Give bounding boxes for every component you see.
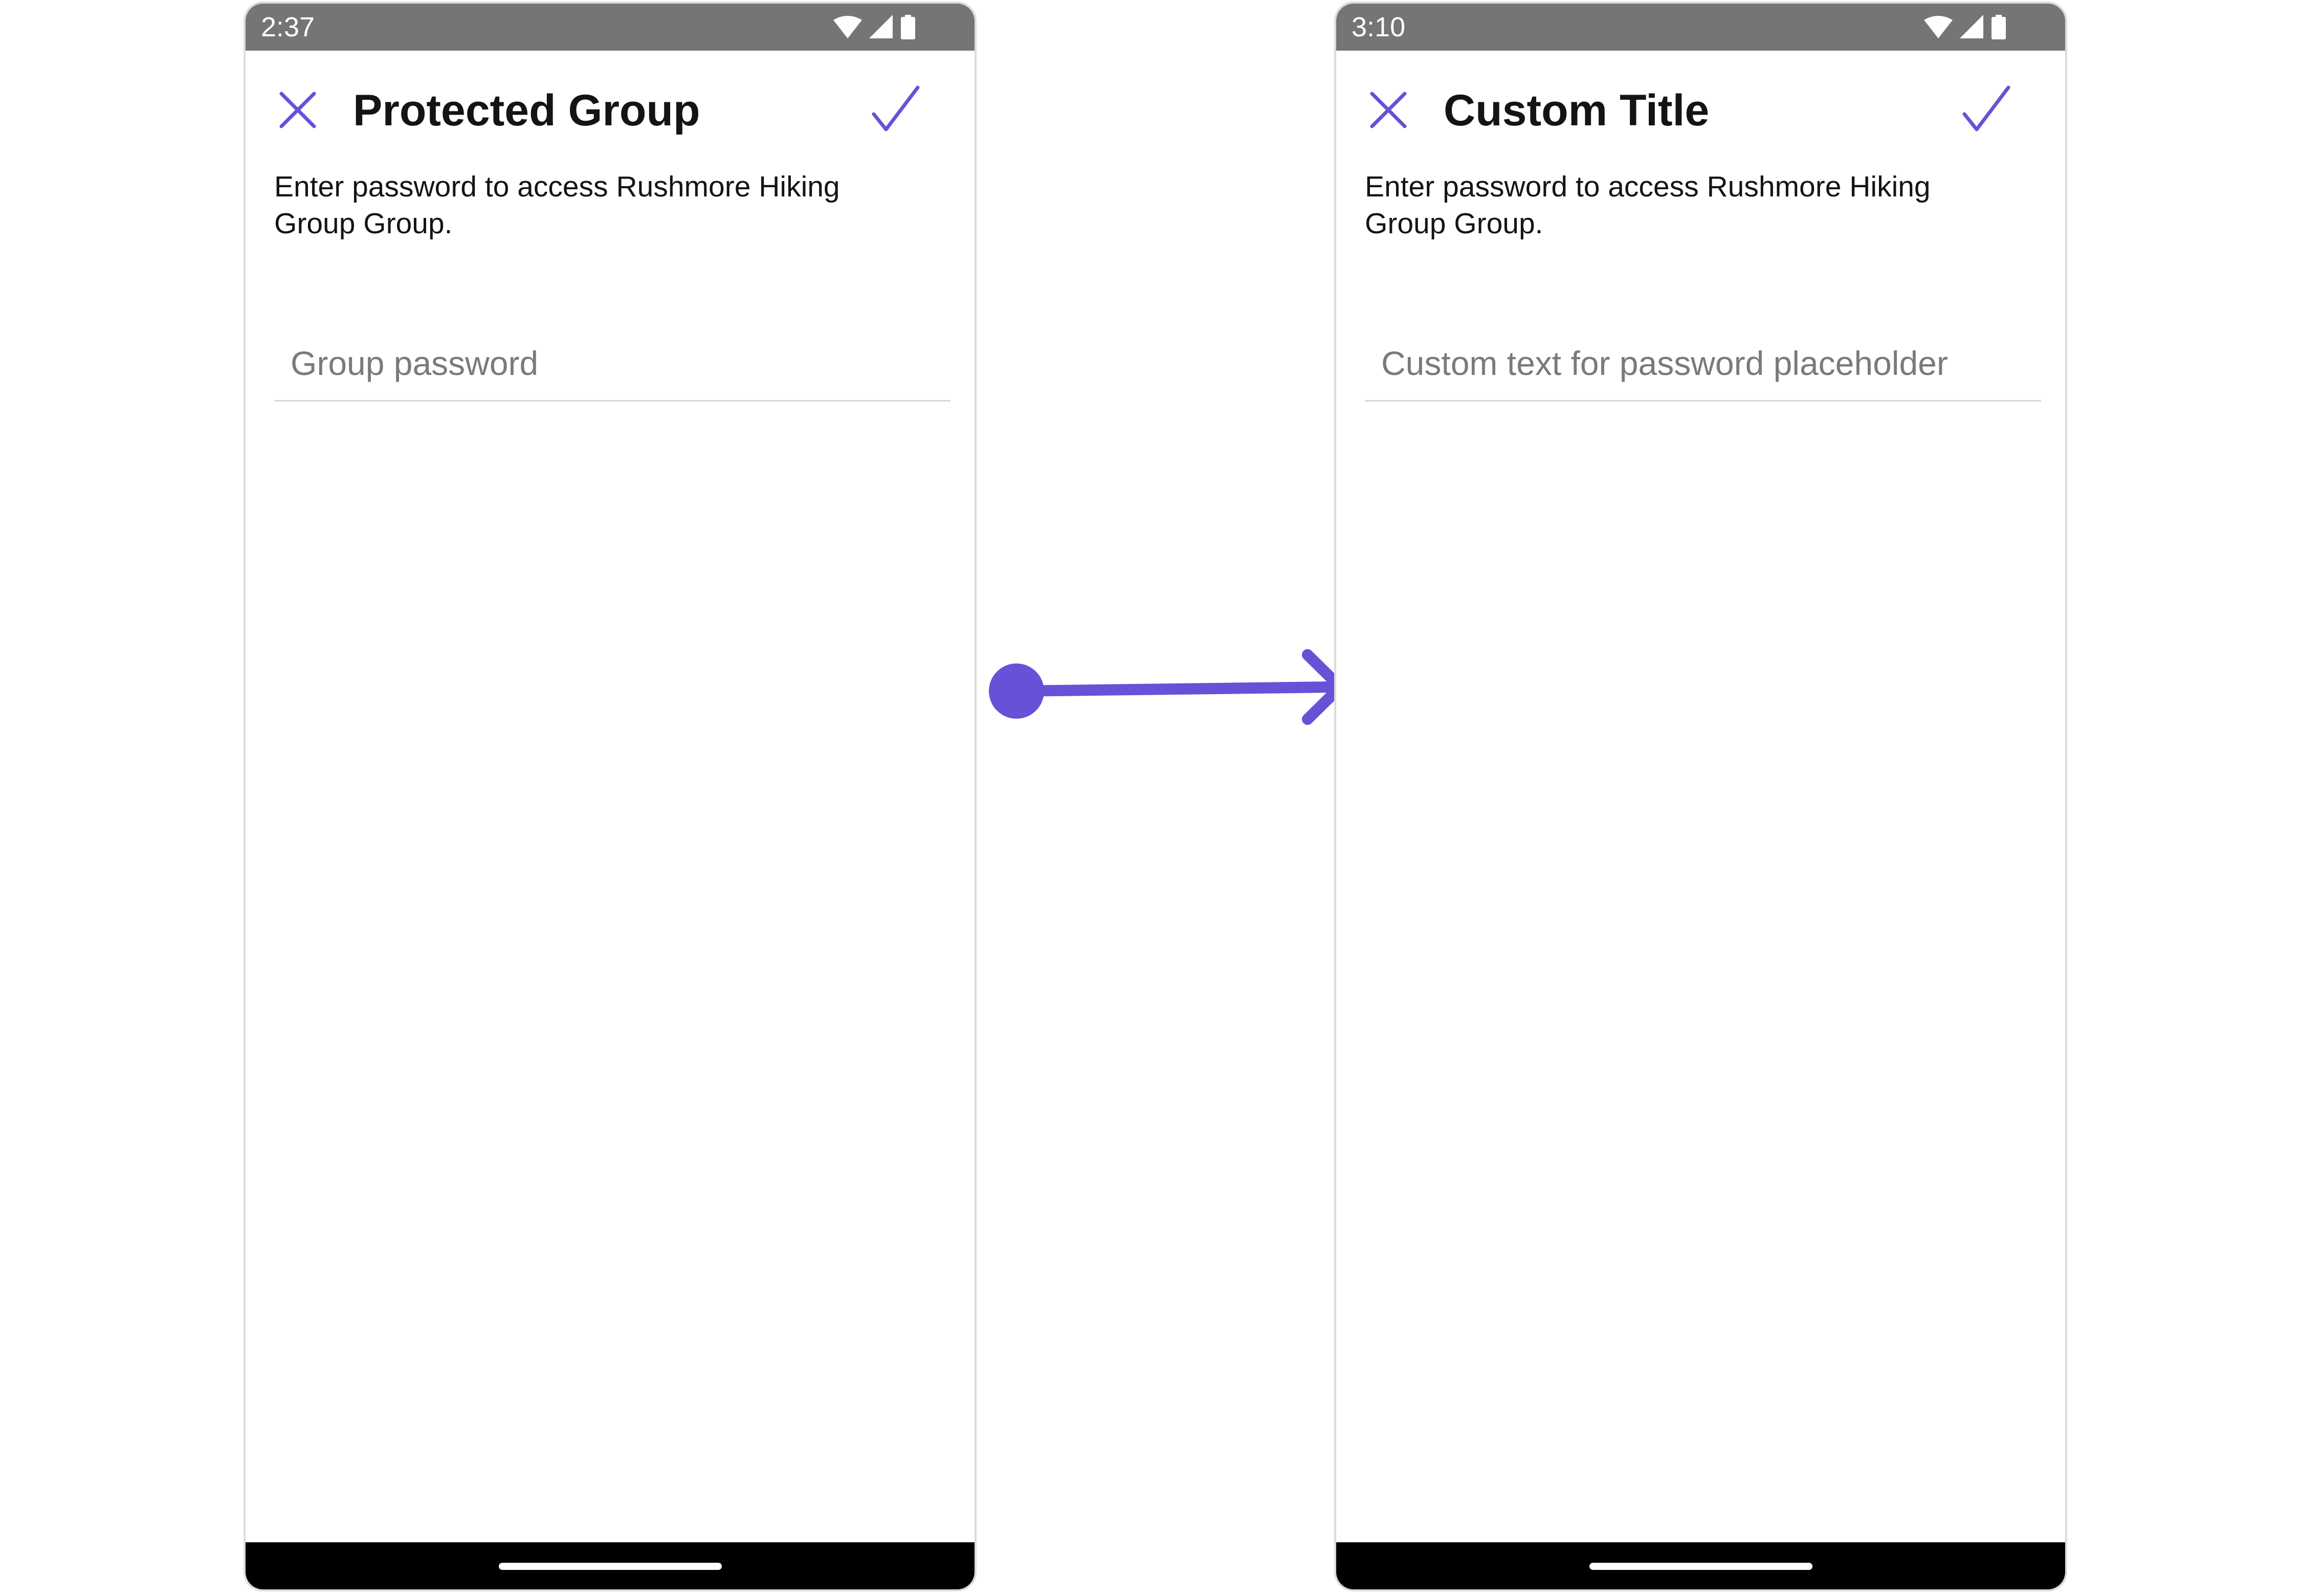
status-time: 3:10 [1352,12,1406,42]
password-field[interactable] [274,326,950,402]
checkmark-icon[interactable] [1961,84,2012,136]
navigation-bar [1336,1542,2065,1589]
status-bar: 3:10 [1336,4,2065,51]
home-indicator[interactable] [1589,1563,1812,1570]
navigation-bar [246,1542,975,1589]
phone-screen-custom: 3:10 Custom Title Enter password to acce… [1334,2,2067,1591]
home-indicator[interactable] [498,1563,722,1570]
status-time: 2:37 [261,12,315,42]
password-input[interactable] [274,326,950,400]
wifi-icon [1924,16,1953,38]
page-title: Custom Title [1444,86,1710,135]
page-title: Protected Group [353,86,700,135]
description-text: Enter password to access Rushmore Hiking… [1365,170,1931,240]
status-icons [1924,15,2006,39]
battery-icon [1992,15,2006,39]
description-text: Enter password to access Rushmore Hiking… [274,170,840,240]
phone-screen-default: 2:37 Protected Group Enter password to a… [244,2,977,1591]
battery-icon [901,15,915,39]
password-field[interactable] [1365,326,2041,402]
arrow-right-icon [989,649,1346,725]
wifi-icon [833,16,862,38]
checkmark-icon[interactable] [871,84,922,136]
status-icons [833,15,915,39]
status-bar: 2:37 [246,4,975,51]
cell-signal-icon [869,15,893,38]
password-input[interactable] [1365,326,2041,400]
close-icon[interactable] [277,90,318,130]
cell-signal-icon [1960,15,1983,38]
close-icon[interactable] [1368,90,1409,130]
